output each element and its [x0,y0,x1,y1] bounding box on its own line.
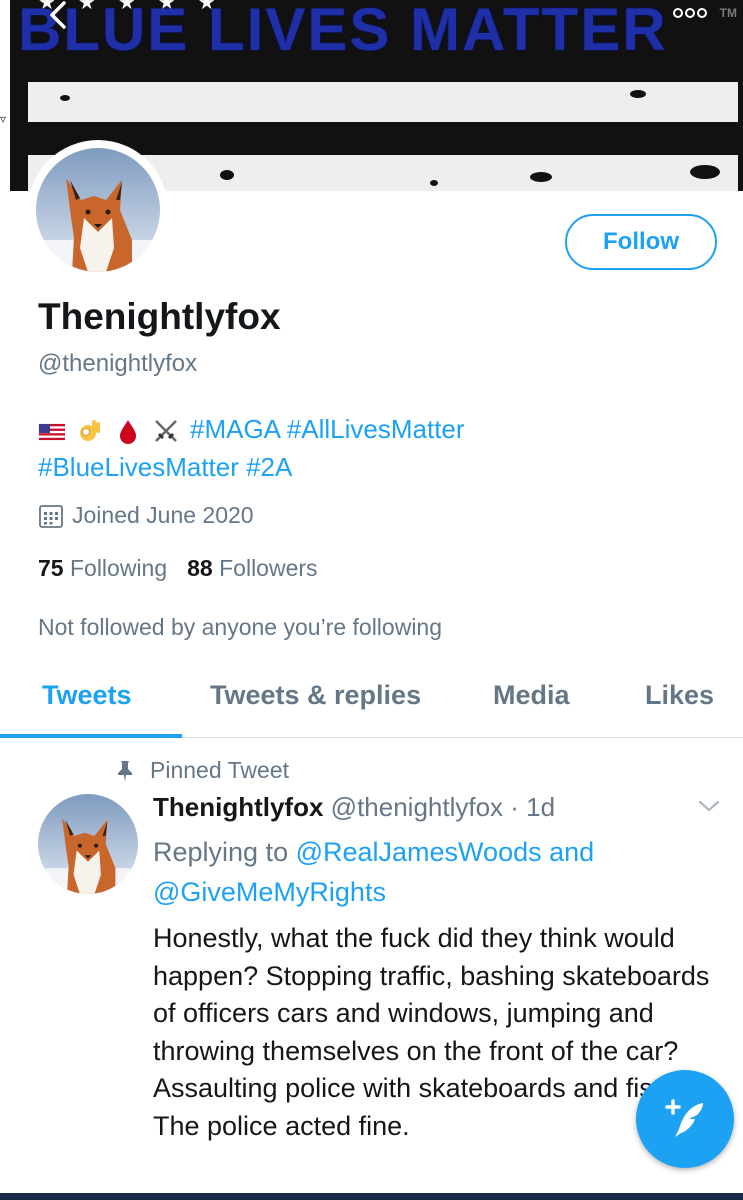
fox-avatar-image [36,148,160,272]
banner-speck [220,170,234,180]
not-followed-notice: Not followed by anyone you’re following [38,614,443,640]
pinned-label-text: Pinned Tweet [150,757,289,783]
banner-speck [690,165,720,179]
following-label: Following [69,555,168,581]
ok-hand-icon [80,420,100,442]
banner-mark: ▿ [0,112,7,126]
profile-handle: @thenightlyfox [38,350,198,377]
tab-likes[interactable]: Likes [645,680,714,711]
mention-link[interactable]: @RealJamesWoods [296,837,542,867]
banner-speck [630,90,646,98]
crossed-swords-icon [155,420,177,443]
active-tab-indicator [0,734,182,738]
banner-speck [60,95,70,101]
tweet-header: Thenightlyfox @thenightlyfox · 1d [153,792,555,823]
tab-tweets[interactable]: Tweets [42,680,132,711]
tweet-avatar[interactable] [38,794,138,894]
banner-trademark: TM [719,6,737,20]
mention-link[interactable]: @GiveMeMyRights [153,877,386,907]
replying-prefix: Replying to [153,837,296,867]
tweet-author-meta: @thenightlyfox · 1d [330,792,556,822]
calendar-icon [39,504,63,528]
banner-speck [430,180,438,186]
tab-media[interactable]: Media [493,680,570,711]
banner-title: BLUE LIVES MATTER [18,0,668,63]
compose-tweet-button[interactable] [636,1070,734,1168]
following-count-link[interactable]: 75 Following [38,555,167,582]
chevron-left-icon[interactable] [46,0,86,36]
bottom-edge [0,1193,743,1200]
followers-label: Followers [219,555,318,581]
joined-label: Joined June 2020 [72,502,254,528]
followers-count: 88 [187,555,213,581]
followers-count-link[interactable]: 88 Followers [187,555,317,582]
banner-edge [0,0,10,191]
profile-bio: #MAGA #AllLivesMatter #BlueLivesMatter #… [38,410,698,486]
more-dots-icon[interactable] [672,6,712,26]
profile-tabs: Tweets Tweets & replies Media Likes [0,670,743,738]
us-flag-icon [38,423,66,441]
replying-and[interactable]: and [542,837,594,867]
follow-button[interactable]: Follow [565,214,717,270]
replying-to: Replying to @RealJamesWoods and @GiveMeM… [153,832,713,912]
tab-tweets-replies[interactable]: Tweets & replies [210,680,421,711]
blood-drop-icon [120,420,136,445]
banner-speck [530,172,552,182]
profile-display-name: Thenightlyfox [38,296,281,337]
bio-emoji-row [38,417,180,445]
follow-counts: 75 Following 88 Followers [38,555,318,582]
profile-avatar[interactable] [28,140,168,280]
chevron-down-icon[interactable] [696,796,722,816]
joined-date: Joined June 2020 [38,502,254,529]
tweet-author-name[interactable]: Thenightlyfox [153,792,323,822]
pinned-tweet-label: Pinned Tweet [114,757,289,784]
bio-hashtags-line2[interactable]: #BlueLivesMatter #2A [38,452,292,482]
compose-tweet-icon [665,1099,703,1137]
following-count: 75 [38,555,64,581]
banner-stripe [28,82,738,122]
pin-icon [118,760,132,782]
bio-hashtags-line1[interactable]: #MAGA #AllLivesMatter [190,414,465,444]
